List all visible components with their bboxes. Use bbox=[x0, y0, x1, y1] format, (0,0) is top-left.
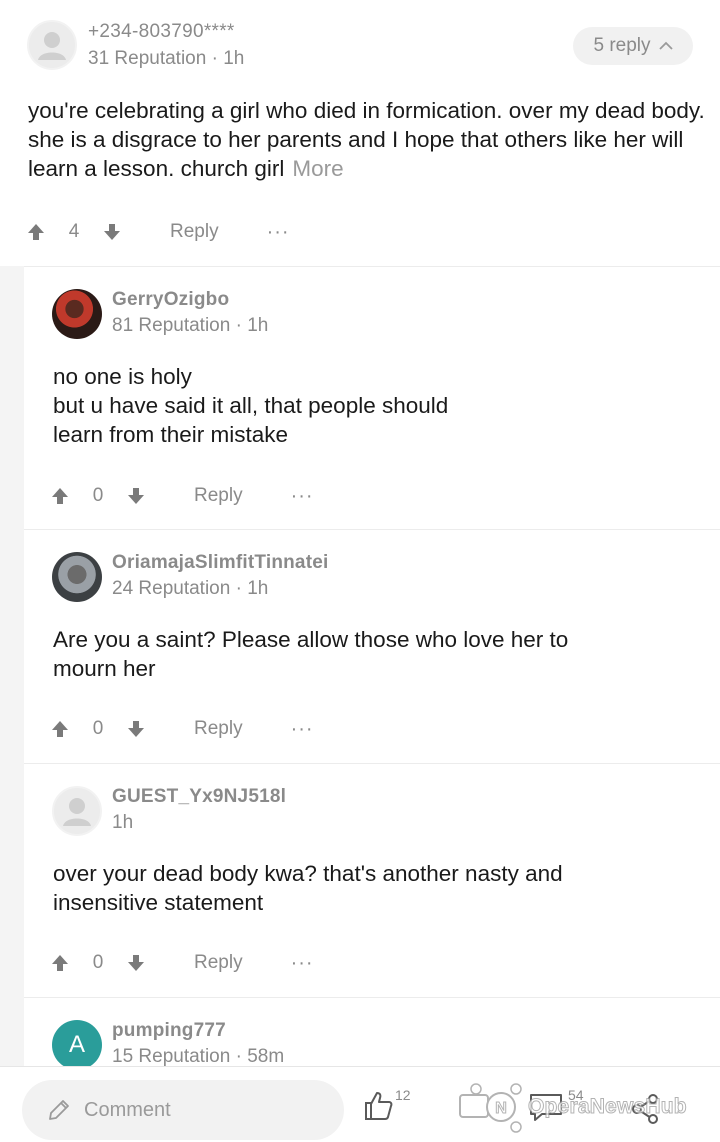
reply-text: no one is holy but u have said it all, t… bbox=[53, 364, 449, 447]
username[interactable]: GerryOzigbo bbox=[112, 289, 229, 311]
reply-item: A pumping777 15 Reputation · 58m bbox=[24, 997, 720, 1070]
chevron-up-icon bbox=[658, 41, 673, 50]
avatar[interactable] bbox=[27, 20, 77, 70]
reply-item: GerryOzigbo 81 Reputation · 1h no one is… bbox=[24, 266, 720, 529]
arrow-up-icon bbox=[52, 721, 68, 737]
user-meta: 81 Reputation · 1h bbox=[112, 315, 269, 336]
user-meta: 1h bbox=[112, 812, 134, 833]
reply-item: OriamajaSlimfitTinnatei 24 Reputation · … bbox=[24, 529, 720, 763]
username[interactable]: OriamajaSlimfitTinnatei bbox=[112, 552, 328, 574]
reply-item: GUEST_Yx9NJ518l 1h over your dead body k… bbox=[24, 763, 720, 997]
like-count: 12 bbox=[395, 1087, 411, 1103]
user-meta: 24 Reputation · 1h bbox=[112, 578, 269, 599]
arrow-up-icon bbox=[28, 224, 44, 240]
downvote-button[interactable] bbox=[124, 719, 148, 739]
arrow-down-icon bbox=[104, 224, 120, 240]
default-user-icon bbox=[38, 32, 66, 60]
reply-actions: 0 Reply ··· bbox=[48, 714, 314, 744]
reply-button[interactable]: Reply bbox=[194, 718, 243, 740]
arrow-up-icon bbox=[52, 955, 68, 971]
thumbs-up-icon bbox=[365, 1092, 393, 1120]
arrow-down-icon bbox=[128, 721, 144, 737]
more-link[interactable]: More bbox=[292, 156, 343, 181]
avatar[interactable]: A bbox=[52, 1020, 102, 1070]
more-options-button[interactable]: ··· bbox=[291, 952, 314, 975]
reply-button[interactable]: Reply bbox=[194, 485, 243, 507]
top-comment: +234-803790**** 31 Reputation · 1h 5 rep… bbox=[0, 0, 720, 266]
user-meta: 31 Reputation · 1h bbox=[88, 48, 245, 69]
upvote-button[interactable] bbox=[48, 719, 72, 739]
reply-count-label: 5 reply bbox=[593, 35, 651, 56]
downvote-button[interactable] bbox=[124, 953, 148, 973]
arrow-down-icon bbox=[128, 955, 144, 971]
upvote-button[interactable] bbox=[24, 222, 48, 242]
more-options-button[interactable]: ··· bbox=[267, 221, 290, 244]
user-meta: 15 Reputation · 58m bbox=[112, 1046, 285, 1067]
opera-news-logo-icon: N bbox=[459, 1083, 522, 1133]
reply-list: GerryOzigbo 81 Reputation · 1h no one is… bbox=[24, 266, 720, 1070]
vote-count: 0 bbox=[92, 952, 104, 973]
comment-text: you're celebrating a girl who died in fo… bbox=[28, 98, 705, 181]
username[interactable]: pumping777 bbox=[112, 1020, 226, 1042]
upvote-button[interactable] bbox=[48, 953, 72, 973]
reply-thread: GerryOzigbo 81 Reputation · 1h no one is… bbox=[0, 266, 720, 1070]
comment-actions: 4 Reply ··· bbox=[24, 217, 290, 247]
reply-text: Are you a saint? Please allow those who … bbox=[53, 627, 569, 681]
vote-count: 0 bbox=[92, 718, 104, 739]
vote-count: 0 bbox=[92, 485, 104, 506]
more-options-button[interactable]: ··· bbox=[291, 718, 314, 741]
reply-button[interactable]: Reply bbox=[194, 952, 243, 974]
reply-actions: 0 Reply ··· bbox=[48, 481, 314, 511]
avatar[interactable] bbox=[52, 552, 102, 602]
username[interactable]: GUEST_Yx9NJ518l bbox=[112, 786, 286, 808]
pencil-icon bbox=[49, 1100, 69, 1120]
avatar[interactable] bbox=[52, 786, 102, 836]
downvote-button[interactable] bbox=[100, 222, 124, 242]
reply-actions: 0 Reply ··· bbox=[48, 948, 314, 978]
vote-count: 4 bbox=[68, 221, 80, 242]
reply-text: over your dead body kwa? that's another … bbox=[53, 861, 563, 915]
svg-text:N: N bbox=[495, 1100, 507, 1117]
arrow-up-icon bbox=[52, 488, 68, 504]
comment-placeholder: Comment bbox=[84, 1098, 171, 1121]
arrow-down-icon bbox=[128, 488, 144, 504]
default-user-icon bbox=[63, 798, 91, 826]
comment-input[interactable]: Comment bbox=[22, 1080, 344, 1140]
avatar[interactable] bbox=[52, 289, 102, 339]
view-replies-button[interactable]: 5 reply bbox=[573, 27, 693, 65]
upvote-button[interactable] bbox=[48, 486, 72, 506]
username[interactable]: +234-803790**** bbox=[88, 21, 235, 43]
watermark: N OperaNewsHub bbox=[456, 1081, 687, 1133]
bottom-bar: Comment 12 54 N OperaNewsHub bbox=[0, 1066, 720, 1142]
comment-body: you're celebrating a girl who died in fo… bbox=[28, 96, 716, 183]
more-options-button[interactable]: ··· bbox=[291, 485, 314, 508]
downvote-button[interactable] bbox=[124, 486, 148, 506]
watermark-text: OperaNewsHub bbox=[528, 1095, 688, 1119]
reply-button[interactable]: Reply bbox=[170, 221, 219, 243]
